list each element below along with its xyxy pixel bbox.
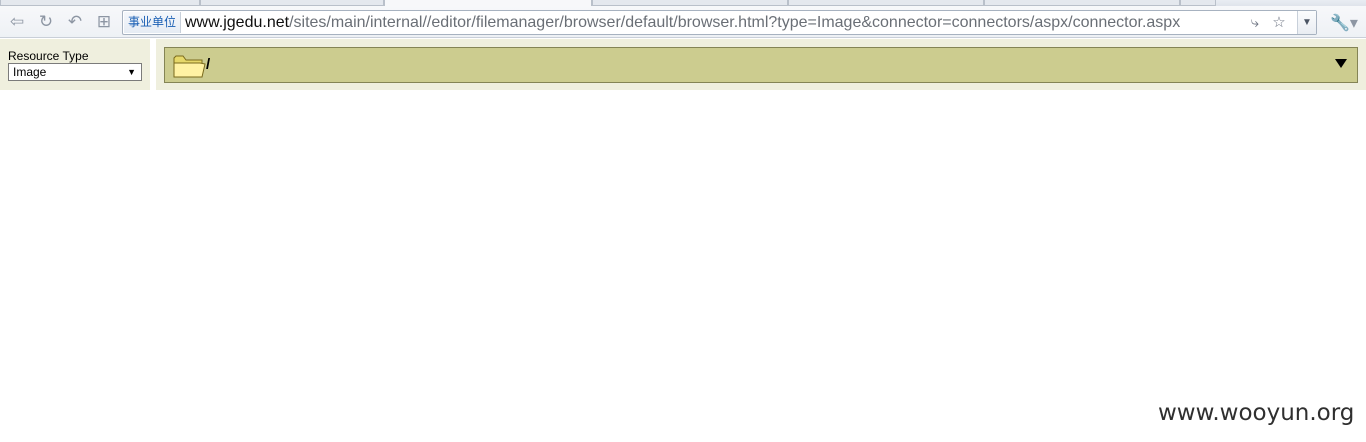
undo-icon: ↶	[67, 11, 83, 32]
reload-button[interactable]: ↻	[35, 11, 57, 33]
grid-icon: ⊞	[96, 11, 112, 32]
reload-icon: ↻	[38, 11, 54, 32]
folder-icon	[173, 55, 206, 78]
back-arrow-icon: ⇦	[9, 11, 25, 32]
resource-type-panel: Resource Type Image ▼	[0, 39, 150, 90]
address-dropdown-button[interactable]: ▼	[1297, 11, 1316, 34]
apps-button[interactable]: ⊞	[93, 11, 115, 33]
wrench-icon: 🔧▾	[1330, 13, 1358, 32]
browser-toolbar: ⇦ ↻ ↶ ⊞ 事业单位 www.jgedu.net/sites/main/in…	[0, 6, 1366, 38]
site-category-label[interactable]: 事业单位	[124, 12, 181, 33]
watermark: www.wooyun.org	[1158, 400, 1355, 426]
select-arrow-icon: ▼	[127, 67, 136, 77]
url-text[interactable]: www.jgedu.net/sites/main/internal//edito…	[185, 11, 1243, 34]
resource-type-value: Image	[13, 65, 47, 79]
back-button[interactable]: ⇦	[6, 11, 28, 33]
settings-button[interactable]: 🔧▾	[1330, 13, 1362, 33]
folder-dropdown-icon[interactable]	[1335, 59, 1347, 68]
chevron-down-icon: ▼	[1302, 17, 1312, 28]
folder-path: /	[206, 56, 211, 73]
address-bar[interactable]: 事业单位 www.jgedu.net/sites/main/internal//…	[122, 10, 1317, 35]
star-icon[interactable]: ☆	[1269, 13, 1289, 32]
resource-type-label: Resource Type	[8, 49, 89, 63]
url-path: /sites/main/internal//editor/filemanager…	[289, 14, 1181, 31]
url-host: www.jgedu.net	[185, 14, 290, 31]
undo-close-button[interactable]: ↶	[64, 11, 86, 33]
lightning-icon[interactable]: ⤷	[1245, 13, 1265, 32]
current-folder-bar[interactable]: /	[164, 47, 1358, 83]
resource-type-select[interactable]: Image ▼	[8, 63, 142, 81]
